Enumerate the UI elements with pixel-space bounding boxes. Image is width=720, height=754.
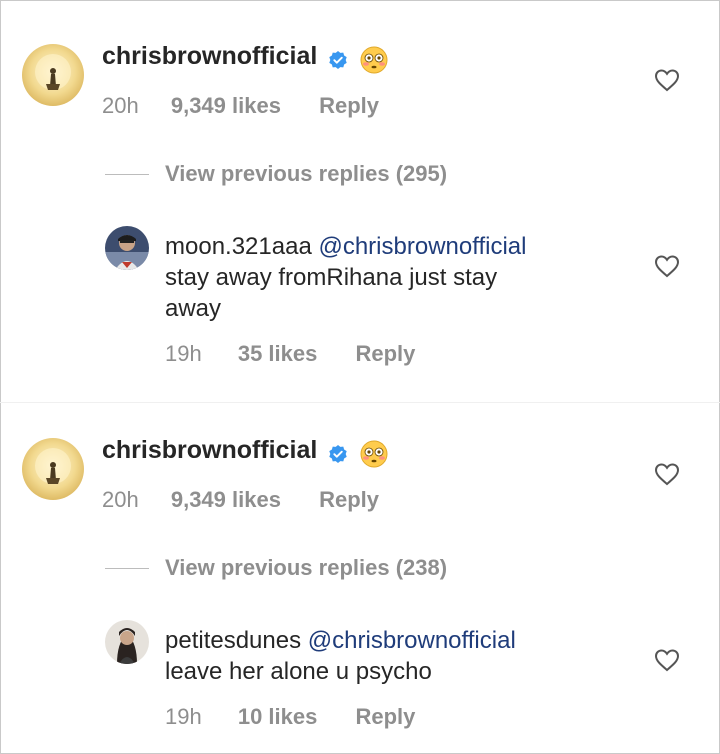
reply-button[interactable]: Reply (319, 93, 379, 119)
comment-likes[interactable]: 9,349 likes (171, 487, 281, 513)
reply-text-line: leave her alone u psycho (165, 658, 432, 685)
view-previous-replies-label: View previous replies (295) (165, 161, 448, 186)
reply-time: 19h (165, 341, 202, 366)
avatar[interactable] (105, 226, 149, 270)
verified-badge-icon (329, 444, 347, 463)
view-previous-line (105, 173, 149, 175)
flushed-face-emoji-icon (360, 440, 388, 468)
comment-username[interactable]: chrisbrownofficial (102, 42, 317, 70)
view-previous-line (105, 567, 149, 569)
reply-button[interactable]: Reply (319, 487, 379, 513)
reply-text: moon.321aaa @chrisbrownofficial stay awa… (165, 231, 526, 324)
reply-likes[interactable]: 10 likes (238, 704, 318, 730)
divider (0, 402, 720, 403)
reply-text-line: stay away fromRihana just stay (165, 264, 498, 291)
reply-meta: 19h 35 likes Reply (165, 341, 415, 367)
view-previous-replies-button[interactable]: View previous replies (238) (105, 555, 447, 581)
avatar[interactable] (22, 438, 84, 500)
comment-likes[interactable]: 9,349 likes (171, 93, 281, 119)
heart-icon[interactable] (654, 648, 680, 672)
comment-time: 20h (102, 93, 139, 118)
comment-time: 20h (102, 487, 139, 512)
view-previous-replies-button[interactable]: View previous replies (295) (105, 161, 447, 187)
avatar[interactable] (105, 620, 149, 664)
reply-text: petitesdunes @chrisbrownofficial leave h… (165, 625, 516, 687)
comment-meta: 20h 9,349 likes Reply (102, 93, 379, 119)
comment-username[interactable]: chrisbrownofficial (102, 436, 317, 464)
reply-likes[interactable]: 35 likes (238, 341, 318, 367)
reply-button[interactable]: Reply (355, 704, 415, 730)
heart-icon[interactable] (654, 68, 680, 92)
heart-icon[interactable] (654, 254, 680, 278)
flushed-face-emoji-icon (360, 46, 388, 74)
view-previous-replies-label: View previous replies (238) (165, 555, 448, 580)
reply-username[interactable]: moon.321aaa (165, 233, 312, 260)
mention-link[interactable]: @chrisbrownofficial (308, 627, 516, 654)
reply-time: 19h (165, 704, 202, 729)
reply-button[interactable]: Reply (355, 341, 415, 367)
verified-badge-icon (329, 50, 347, 69)
reply-text-line: away (165, 295, 222, 322)
reply-username[interactable]: petitesdunes (165, 627, 301, 654)
reply-meta: 19h 10 likes Reply (165, 704, 415, 730)
comment-meta: 20h 9,349 likes Reply (102, 487, 379, 513)
mention-link[interactable]: @chrisbrownofficial (318, 233, 526, 260)
avatar[interactable] (22, 44, 84, 106)
heart-icon[interactable] (654, 462, 680, 486)
